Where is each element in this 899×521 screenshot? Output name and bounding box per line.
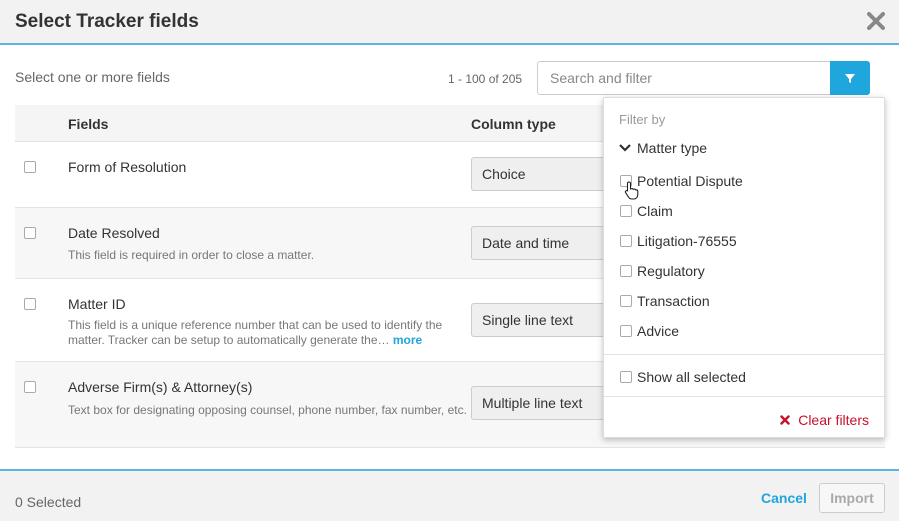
option-label: Transaction: [637, 293, 710, 309]
field-description-text: This field is a unique reference number …: [68, 318, 443, 347]
option-checkbox[interactable]: [620, 205, 632, 217]
option-checkbox[interactable]: [620, 235, 632, 247]
filter-dropdown: Filter by Matter type Potential Dispute …: [603, 97, 885, 438]
matter-type-group-toggle[interactable]: Matter type: [619, 140, 707, 156]
filter-option-advice[interactable]: Advice: [620, 323, 679, 339]
instructions-text: Select one or more fields: [15, 69, 170, 85]
dialog-footer: 0 Selected Cancel Import: [0, 469, 899, 521]
close-icon: [780, 415, 790, 425]
clear-filters-label: Clear filters: [798, 412, 869, 428]
filter-button[interactable]: [830, 61, 870, 95]
filter-icon: [845, 74, 855, 83]
column-type-select[interactable]: Single line text: [471, 303, 611, 337]
pagination-count: 1 - 100 of 205: [448, 72, 523, 86]
option-label: Regulatory: [637, 263, 705, 279]
close-icon[interactable]: [865, 10, 887, 32]
option-label: Show all selected: [637, 369, 746, 385]
more-link[interactable]: more: [393, 333, 422, 347]
column-type-header: Column type: [471, 116, 556, 132]
option-label: Potential Dispute: [637, 173, 743, 189]
option-checkbox[interactable]: [620, 325, 632, 337]
divider: [604, 354, 884, 355]
field-name: Date Resolved: [68, 225, 160, 241]
column-type-select[interactable]: Multiple line text: [471, 386, 611, 420]
filter-option-litigation[interactable]: Litigation-76555: [620, 233, 737, 249]
show-all-selected-option[interactable]: Show all selected: [620, 369, 746, 385]
row-checkbox[interactable]: [24, 227, 36, 239]
filter-option-transaction[interactable]: Transaction: [620, 293, 710, 309]
field-name: Matter ID: [68, 296, 126, 312]
field-description: Text box for designating opposing counse…: [68, 403, 467, 417]
row-checkbox[interactable]: [24, 161, 36, 173]
option-label: Advice: [637, 323, 680, 339]
field-description: This field is required in order to close…: [68, 248, 315, 262]
selected-count: 0 Selected: [15, 494, 82, 510]
filter-option-regulatory[interactable]: Regulatory: [620, 263, 705, 279]
option-label: Claim: [637, 203, 673, 219]
hand-pointer-icon: [624, 181, 639, 200]
fields-column-header: Fields: [68, 116, 109, 132]
field-name: Adverse Firm(s) & Attorney(s): [68, 379, 253, 395]
divider: [604, 396, 884, 397]
field-description: This field is a unique reference number …: [68, 318, 468, 348]
matter-type-label: Matter type: [637, 140, 708, 156]
row-checkbox[interactable]: [24, 381, 36, 393]
field-name: Form of Resolution: [68, 159, 187, 175]
option-checkbox[interactable]: [620, 295, 632, 307]
column-type-select[interactable]: Date and time: [471, 226, 611, 260]
import-button[interactable]: Import: [819, 483, 885, 513]
dialog-title: Select Tracker fields: [15, 11, 199, 32]
column-type-select[interactable]: Choice: [471, 157, 611, 191]
clear-filters-button[interactable]: Clear filters: [780, 412, 869, 428]
filter-by-label: Filter by: [619, 112, 666, 127]
row-checkbox[interactable]: [24, 298, 36, 310]
search-input[interactable]: [537, 61, 830, 95]
option-checkbox[interactable]: [620, 371, 632, 383]
option-label: Litigation-76555: [637, 233, 737, 249]
chevron-down-icon: [619, 144, 631, 152]
dialog-header: Select Tracker fields: [0, 0, 899, 45]
cancel-button[interactable]: Cancel: [761, 490, 807, 506]
option-checkbox[interactable]: [620, 265, 632, 277]
filter-option-claim[interactable]: Claim: [620, 203, 673, 219]
